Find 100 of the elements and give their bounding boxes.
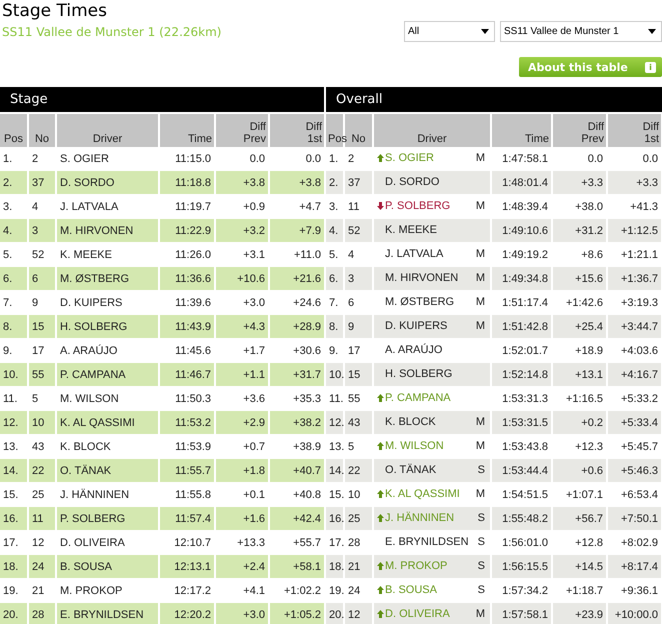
diff-cell: +4.3 — [215, 314, 269, 338]
diff-cell: +23.9 — [552, 602, 608, 624]
stage-subtitle: SS11 Vallee de Munster 1 (22.26km) — [1, 25, 222, 39]
diff-cell: +0.6 — [552, 458, 608, 482]
tyre-code: M — [476, 248, 486, 260]
diff-cell: +31.7 — [269, 362, 326, 386]
dropdown[interactable]: All — [404, 21, 495, 42]
number-cell: 22 — [344, 458, 374, 482]
pos-cell: 6. — [325, 266, 344, 290]
dropdown[interactable]: SS11 Vallee de Munster 1 — [500, 21, 662, 42]
number-cell: 12 — [344, 602, 374, 624]
pos-cell: 16. — [0, 506, 28, 530]
diff-cell: +1.8 — [215, 458, 269, 482]
diff-cell: +3.2 — [215, 218, 269, 242]
page-title: Stage Times — [1, 0, 108, 22]
driver-cell: P. SOLBERG — [56, 506, 159, 530]
tyre-code: M — [476, 416, 486, 428]
diff-cell: +3.3 — [552, 170, 608, 194]
column-header: Diff Prev — [552, 113, 608, 147]
pos-cell: 2. — [325, 170, 344, 194]
diff-cell: +4:16.7 — [607, 362, 662, 386]
time-cell: 11:53.2 — [159, 410, 215, 434]
up-arrow-icon — [377, 490, 384, 498]
up-arrow-icon — [377, 154, 384, 162]
number-cell: 10 — [28, 410, 56, 434]
driver-cell: M. HIRVONEN — [56, 218, 159, 242]
time-cell: 11:18.8 — [159, 170, 215, 194]
number-cell: 15 — [28, 314, 56, 338]
number-cell: 55 — [28, 362, 56, 386]
number-cell: 52 — [344, 218, 374, 242]
diff-cell: +38.2 — [269, 410, 326, 434]
diff-cell: +1:05.2 — [269, 602, 326, 624]
diff-cell: +28.9 — [269, 314, 326, 338]
driver-cell: D. KUIPERS M — [373, 314, 492, 338]
info-icon: i — [645, 62, 656, 72]
diff-cell: +10:00.0 — [607, 602, 662, 624]
time-cell: 1:49:34.8 — [491, 266, 552, 290]
diff-cell: +2.4 — [215, 554, 269, 578]
tyre-code: M — [476, 296, 486, 308]
column-header: No — [28, 113, 56, 147]
time-cell: 1:55:48.2 — [491, 506, 552, 530]
number-cell: 21 — [344, 554, 374, 578]
time-cell: 1:56:15.5 — [491, 554, 552, 578]
caret-icon — [481, 29, 489, 34]
number-cell: 9 — [344, 314, 374, 338]
up-arrow-icon — [377, 394, 384, 402]
up-arrow-icon — [377, 514, 384, 522]
column-header: Driver — [56, 113, 159, 147]
diff-cell: +5:33.4 — [607, 410, 662, 434]
time-cell: 11:57.4 — [159, 506, 215, 530]
diff-cell: +31.2 — [552, 218, 608, 242]
pos-cell: 18. — [325, 554, 344, 578]
column-header: Pos — [325, 113, 344, 147]
driver-cell: K. BLOCK M — [373, 410, 492, 434]
pos-cell: 8. — [0, 314, 28, 338]
number-cell: 24 — [28, 554, 56, 578]
time-cell: 1:52:14.8 — [491, 362, 552, 386]
column-header: Diff 1st — [607, 113, 662, 147]
diff-cell: +13.1 — [552, 362, 608, 386]
diff-cell: +1:12.5 — [607, 218, 662, 242]
diff-cell: +21.6 — [269, 266, 326, 290]
pos-cell: 14. — [325, 458, 344, 482]
tyre-code: M — [476, 152, 486, 164]
diff-cell: +56.7 — [552, 506, 608, 530]
tyre-code: M — [476, 272, 486, 284]
time-cell: 12:20.2 — [159, 602, 215, 624]
diff-cell: +3.8 — [215, 170, 269, 194]
up-arrow-icon — [377, 586, 384, 594]
number-cell: 37 — [28, 170, 56, 194]
tyre-code: M — [476, 440, 486, 452]
diff-cell: +42.4 — [269, 506, 326, 530]
column-header: Driver — [373, 113, 492, 147]
number-cell: 37 — [344, 170, 374, 194]
diff-cell: +10.6 — [215, 266, 269, 290]
driver-cell: D. OLIVEIRA M — [373, 602, 492, 624]
diff-cell: +14.5 — [552, 554, 608, 578]
pos-cell: 4. — [0, 218, 28, 242]
time-cell: 12:13.1 — [159, 554, 215, 578]
diff-cell: +15.6 — [552, 266, 608, 290]
tyre-code: M — [476, 488, 486, 500]
tyre-code: S — [478, 584, 486, 596]
tyre-code: S — [478, 512, 486, 524]
pos-cell: 16. — [325, 506, 344, 530]
section-header: Stage — [0, 87, 326, 113]
diff-cell: +3.0 — [215, 602, 269, 624]
pos-cell: 14. — [0, 458, 28, 482]
tyre-code: M — [476, 320, 486, 332]
up-arrow-icon — [377, 442, 384, 450]
column-header: Diff 1st — [269, 113, 326, 147]
driver-cell: H. SOLBERG — [373, 362, 492, 386]
diff-cell: +3.8 — [269, 170, 326, 194]
pos-cell: 12. — [0, 410, 28, 434]
time-cell: 1:57:58.1 — [491, 602, 552, 624]
diff-cell: +7:50.1 — [607, 506, 662, 530]
number-cell: 15 — [344, 362, 374, 386]
driver-cell: D. SORDO — [373, 170, 492, 194]
number-cell: 28 — [28, 602, 56, 624]
time-cell: 1:48:01.4 — [491, 170, 552, 194]
diff-cell: +2.9 — [215, 410, 269, 434]
up-arrow-icon — [377, 610, 384, 618]
